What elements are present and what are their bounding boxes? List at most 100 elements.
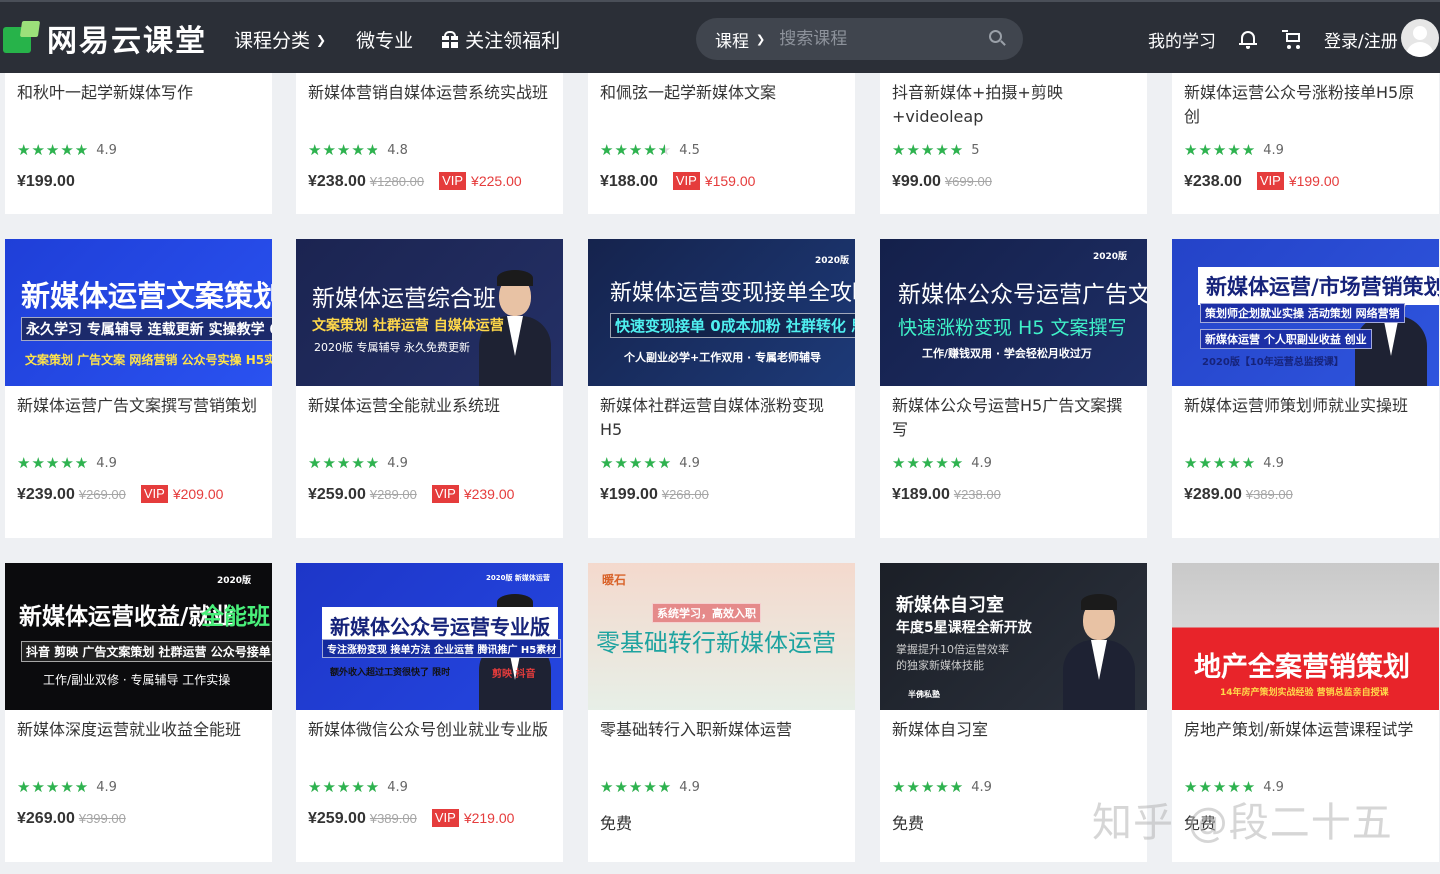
current-price: ¥269.00 [17,810,75,827]
rating-stars: ★★★★★★★★★★ [17,454,90,472]
my-learning-link[interactable]: 我的学习 [1148,27,1216,52]
current-price: ¥238.00 [1184,173,1242,190]
course-card[interactable]: 抖音新媒体+拍摄+剪映+videoleap ★★★★★ ★★★★★ 5 ¥99.00 ¥6… [880,73,1147,214]
course-card[interactable]: 暖石 系统学习，高效入职 零基础转行新媒体运营零基础转行入职新媒体运营 ★★★★★ ★★… [588,563,855,862]
thumbnail-text: 新媒体自习室 [896,595,1004,616]
course-rating: ★★★★★ ★★★★★ 4.9 [1184,779,1284,795]
course-rating: ★★★★★ ★★★★★ 4.8 [308,142,408,158]
course-title[interactable]: 新媒体深度运营就业收益全能班 [17,718,257,742]
course-title[interactable]: 新媒体社群运营自媒体涨粉变现H5 [600,394,840,442]
thumbnail-text: 永久学习 专属辅导 连载更新 实操教学 0基础可学 [21,317,272,341]
course-thumbnail[interactable]: 新媒体运营文案策划永久学习 专属辅导 连载更新 实操教学 0基础可学文案策划 广… [5,239,272,386]
nav-course-category[interactable]: 课程分类 ❯ [234,26,326,53]
thumbnail-text: 新媒体运营文案策划 [21,279,272,313]
thumbnail-text: 新媒体公众号运营广告文案 [898,282,1147,308]
thumbnail-text: 地产全案营销策划 [1194,652,1410,683]
vip-badge: VIP [439,172,467,190]
vip-badge: VIP [1256,172,1284,190]
thumbnail-text: 工作/赚钱双用 · 学会轻松月收过万 [922,347,1092,360]
rating-stars: ★★★★★★★★★★ [600,778,673,796]
thumbnail-text: 系统学习，高效入职 [652,603,761,623]
course-title[interactable]: 新媒体运营全能就业系统班 [308,394,548,418]
current-price: ¥188.00 [600,173,658,190]
course-card[interactable]: 新媒体公众号运营专业版 专注涨粉变现 接单方法 企业运营 腾讯推广 H5素材 额外收… [296,563,563,862]
course-title[interactable]: 房地产策划/新媒体运营课程试学 [1184,718,1424,742]
course-thumbnail[interactable]: 暖石 系统学习，高效入职 零基础转行新媒体运营 [588,563,855,710]
avatar[interactable] [1401,19,1439,57]
course-card[interactable]: 新媒体营销自媒体运营系统实战班 ★★★★★ ★★★★★ 4.8 ¥238.00 ¥1280… [296,73,563,214]
course-card[interactable]: 新媒体公众号运营广告文案 快速涨粉变现 H5 文案撰写 工作/赚钱双用 · 学会轻松… [880,239,1147,538]
thumbnail-text: 2020版【10年运营总监授课】 [1202,357,1344,368]
course-thumbnail[interactable]: 新媒体运营综合班 文案策划 社群运营 自媒体运营 2020版 专属辅导 永久免费更新 [296,239,563,386]
course-title[interactable]: 和秋叶一起学新媒体写作 [17,81,257,105]
course-prices: ¥99.00 ¥699.00 [892,173,992,191]
course-card[interactable]: 新媒体运营文案策划永久学习 专属辅导 连载更新 实操教学 0基础可学文案策划 广… [5,239,272,538]
cart-icon[interactable] [1282,29,1302,49]
course-rating: ★★★★★ ★★★★★ 4.9 [17,455,117,471]
gift-icon [441,31,459,48]
login-register-link[interactable]: 登录/注册 [1324,27,1398,52]
rating-score: 4.9 [1263,779,1284,795]
course-title[interactable]: 抖音新媒体+拍摄+剪映+videoleap [892,81,1132,129]
course-title[interactable]: 新媒体运营广告文案撰写营销策划 [17,394,257,418]
nav-micro-major[interactable]: 微专业 [356,26,413,53]
course-title[interactable]: 新媒体公众号运营H5广告文案撰写 [892,394,1132,442]
course-thumbnail[interactable]: 新媒体运营收益/就业全能班抖音 剪映 广告文案策划 社群运营 公众号接单 H5设… [5,563,272,710]
chevron-down-icon: ❯ [316,32,327,47]
thumbnail-text: 专注涨粉变现 接单方法 企业运营 腾讯推广 H5素材 [322,639,562,658]
rating-score: 4.5 [679,142,700,158]
course-card[interactable]: 和佩弦一起学新媒体文案 ★★★★★★★★★★ 4.5 ¥188.00 VIP¥159.0… [588,73,855,214]
course-thumbnail[interactable]: 新媒体运营/市场营销策划 策划师企划就业实操 活动策划 网络营销 新媒体运营 个人职… [1172,239,1439,386]
search-input[interactable] [779,29,970,49]
thumbnail-text: 额外收入超过工资很快了 限时 [330,668,451,678]
rating-stars: ★★★★★★★★★★ [17,778,90,796]
course-title[interactable]: 新媒体运营公众号涨粉接单H5原创 [1184,81,1424,129]
rating-stars: ★★★★★★★★★★ [1184,141,1257,159]
thumbnail-text: 2020版 [217,576,252,586]
rating-stars: ★★★★★★★★★★ [308,141,381,159]
course-thumbnail[interactable]: 新媒体运营变现接单全攻略快速变现接单 0成本加粉 社群转化 思维方法个人副业必学… [588,239,855,386]
course-title[interactable]: 和佩弦一起学新媒体文案 [600,81,840,105]
course-rating: ★★★★★ ★★★★★ 4.9 [600,455,700,471]
course-title[interactable]: 新媒体运营师策划师就业实操班 [1184,394,1424,418]
thumbnail-text: 新媒体运营变现接单全攻略 [610,281,855,306]
original-price: ¥399.00 [78,811,126,826]
course-card[interactable]: 和秋叶一起学新媒体写作 ★★★★★ ★★★★★ 4.9 ¥199.00 [5,73,272,214]
course-card[interactable]: 新媒体运营收益/就业全能班抖音 剪映 广告文案策划 社群运营 公众号接单 H5设… [5,563,272,862]
course-card[interactable]: 新媒体自习室 年度5星课程全新开放 掌握提升10倍运营效率 的独家新媒体技能 半佛私塾新… [880,563,1147,862]
course-title[interactable]: 新媒体自习室 [892,718,1132,742]
original-price: ¥269.00 [78,487,126,502]
vip-price: ¥209.00 [172,486,224,502]
course-card[interactable]: 新媒体运营公众号涨粉接单H5原创 ★★★★★ ★★★★★ 4.9 ¥238.00 VIP ¥… [1172,73,1439,214]
rating-score: 4.9 [96,142,117,158]
course-title[interactable]: 新媒体微信公众号创业就业专业版 [308,718,548,742]
thumbnail-text: 2020版 [1093,252,1128,262]
search-type-dropdown[interactable]: 课程 ❯ [715,27,765,52]
course-title[interactable]: 零基础转行入职新媒体运营 [600,718,840,742]
rating-stars: ★★★★★★★★★★ [17,141,90,159]
current-price: ¥259.00 [308,810,366,827]
course-card[interactable]: 新媒体运营/市场营销策划 策划师企划就业实操 活动策划 网络营销 新媒体运营 个人职… [1172,239,1439,538]
vip-badge: VIP [431,485,459,503]
course-card[interactable]: 地产全案营销策划 14年房产策划实战经验 营销总监亲自授课房地产策划/新媒体运营课… [1172,563,1439,862]
course-thumbnail[interactable]: 新媒体公众号运营专业版 专注涨粉变现 接单方法 企业运营 腾讯推广 H5素材 额外收… [296,563,563,710]
course-rating: ★★★★★ ★★★★★ 4.9 [892,455,992,471]
course-thumbnail[interactable]: 新媒体公众号运营广告文案 快速涨粉变现 H5 文案撰写 工作/赚钱双用 · 学会轻松… [880,239,1147,386]
search-icon[interactable] [989,30,1006,47]
course-card[interactable]: 新媒体运营变现接单全攻略快速变现接单 0成本加粉 社群转化 思维方法个人副业必学… [588,239,855,538]
course-title[interactable]: 新媒体营销自媒体运营系统实战班 [308,81,548,105]
current-price: ¥99.00 [892,173,941,190]
course-rating: ★★★★★ ★★★★★ 4.9 [1184,455,1284,471]
thumbnail-text: 剪映 抖音 [492,669,536,680]
bell-icon[interactable] [1239,29,1257,49]
thumbnail-text: 新媒体运营 个人职副业收益 创业 [1200,329,1372,349]
nav-follow-benefits[interactable]: 关注领福利 [441,26,560,53]
course-thumbnail[interactable]: 地产全案营销策划 14年房产策划实战经验 营销总监亲自授课 [1172,563,1439,710]
site-logo[interactable]: 网易云课堂 [3,20,207,59]
original-price: ¥238.00 [953,487,1001,502]
course-thumbnail[interactable]: 新媒体自习室 年度5星课程全新开放 掌握提升10倍运营效率 的独家新媒体技能 半佛私塾 [880,563,1147,710]
thumbnail-text: 策划师企划就业实操 活动策划 网络营销 [1200,303,1405,323]
vip-price: ¥239.00 [463,486,515,502]
vip-price: ¥219.00 [463,810,515,826]
course-card[interactable]: 新媒体运营综合班 文案策划 社群运营 自媒体运营 2020版 专属辅导 永久免费更新… [296,239,563,538]
